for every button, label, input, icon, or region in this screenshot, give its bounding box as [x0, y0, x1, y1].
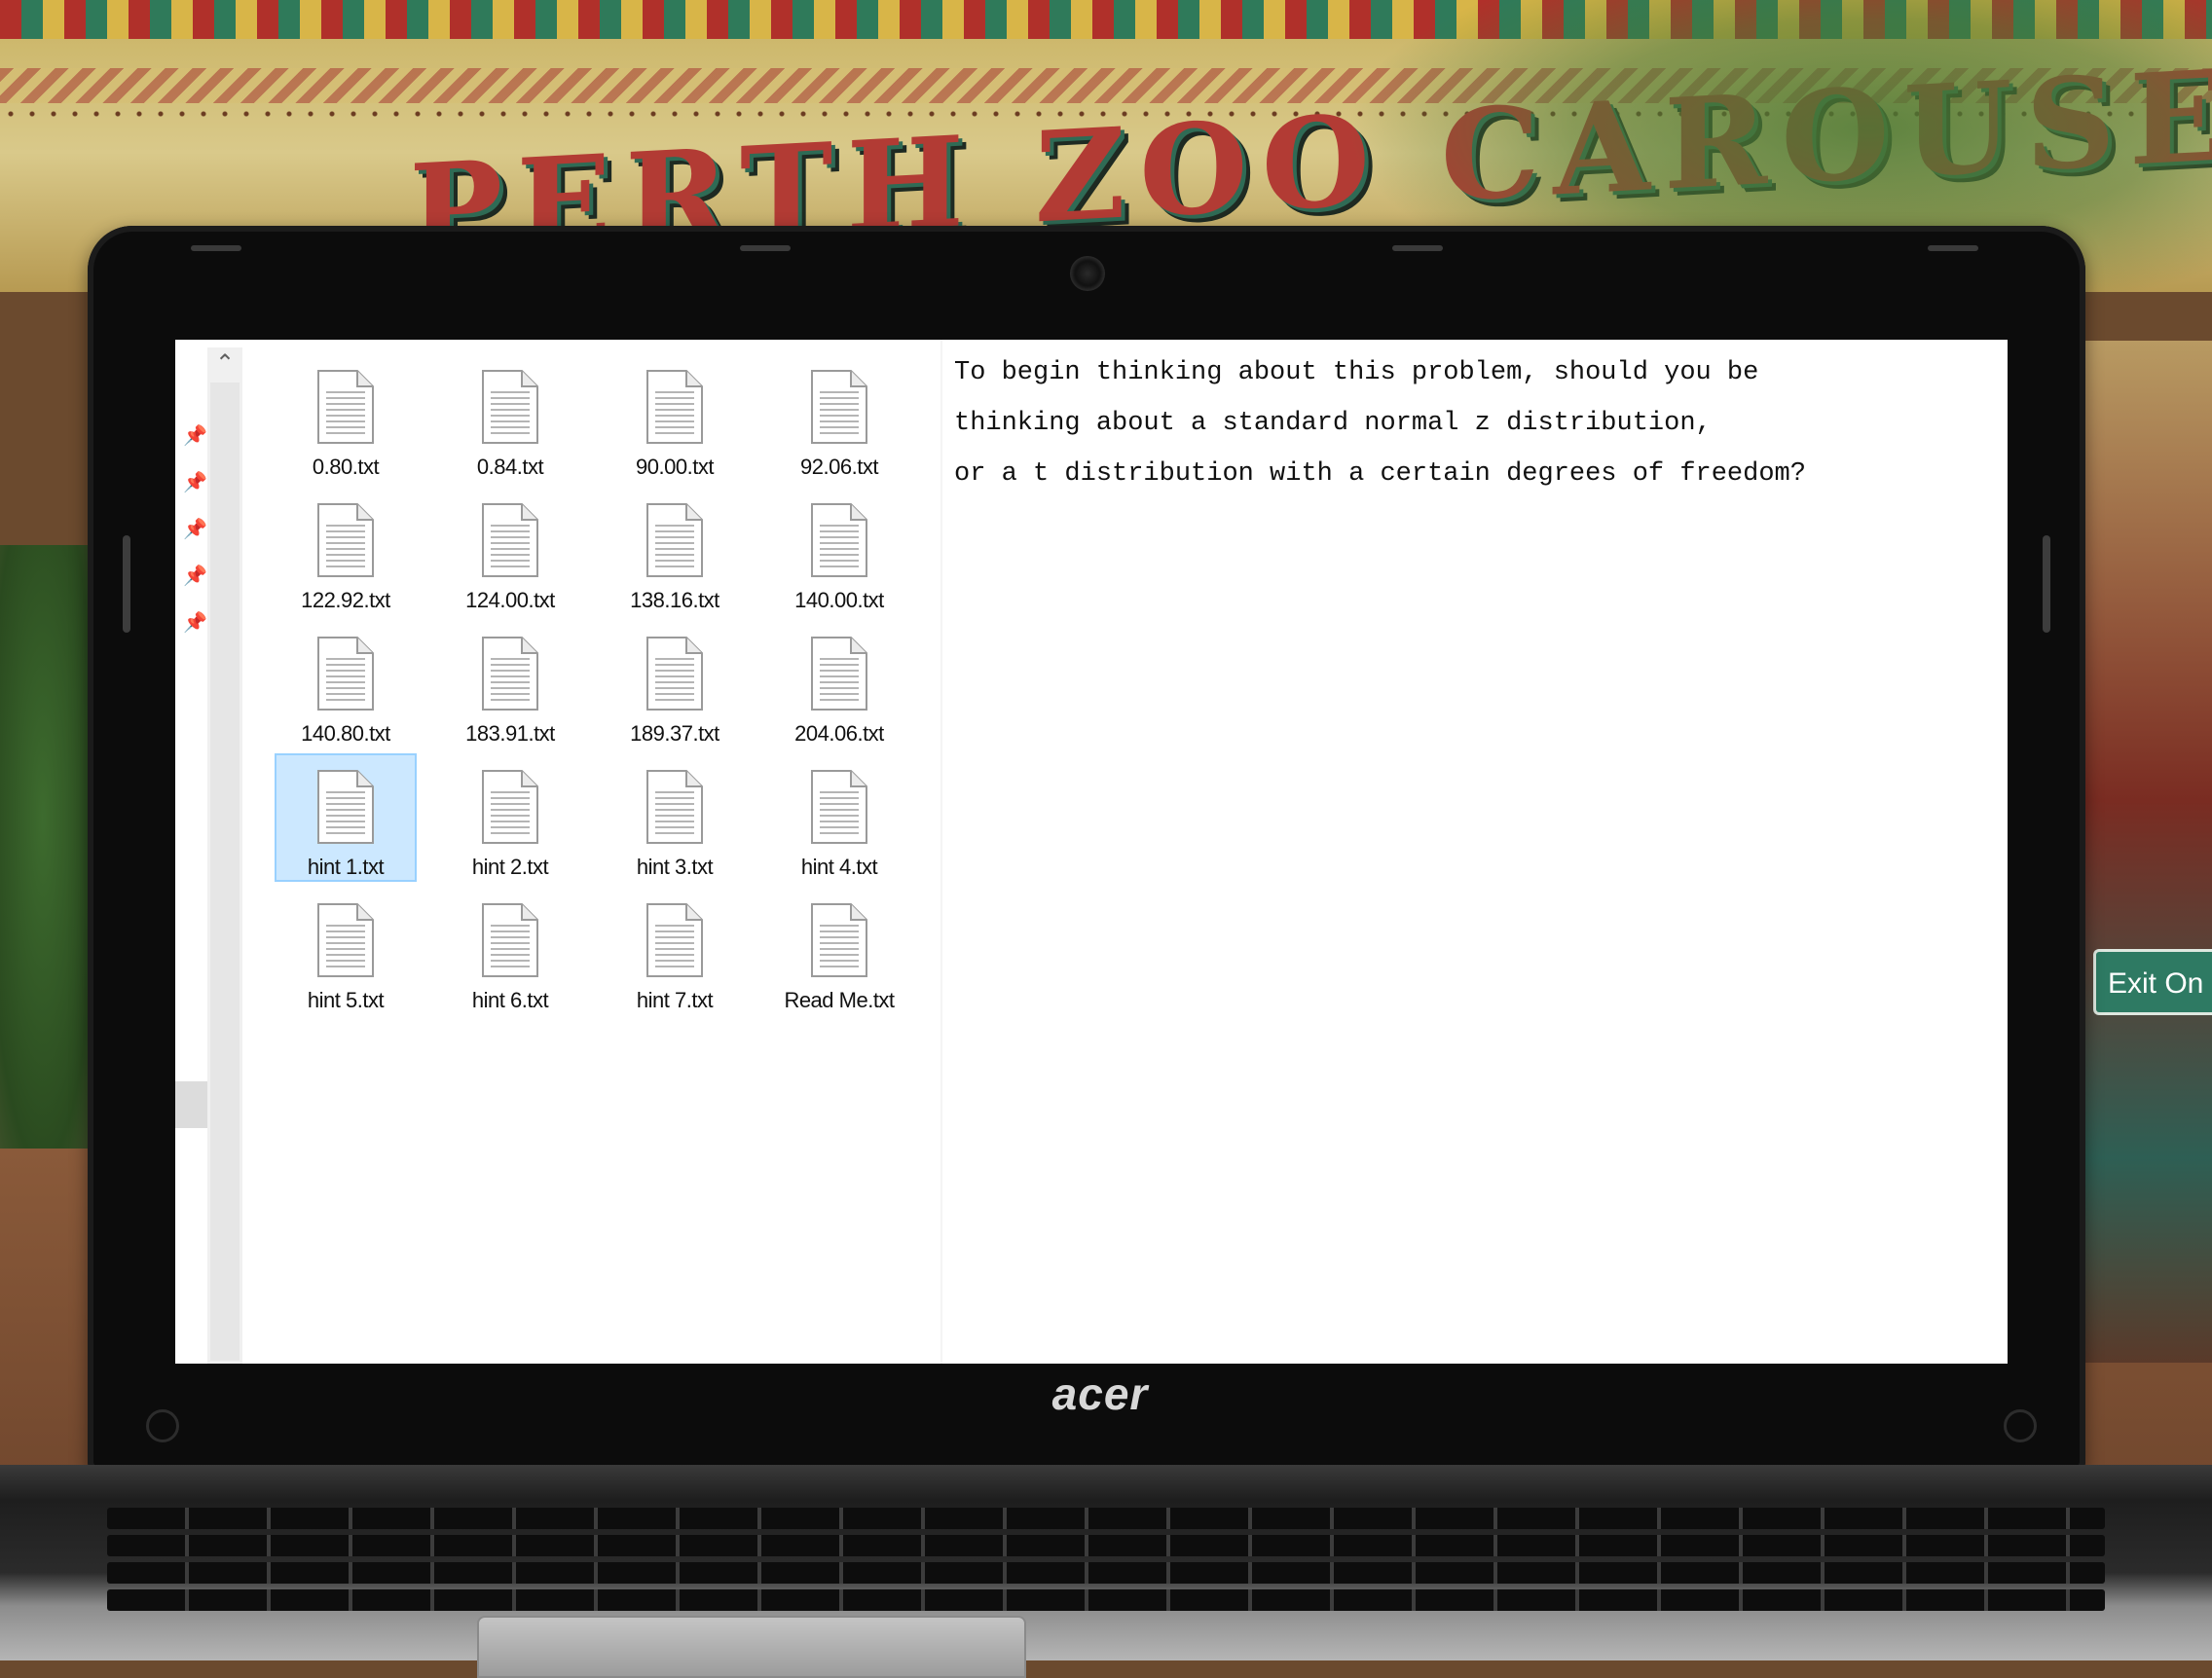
file-name: 0.84.txt — [476, 455, 544, 479]
keyboard-row — [107, 1589, 2105, 1611]
text-file-icon — [645, 769, 704, 845]
carousel-interior — [2074, 341, 2212, 1363]
preview-pane: To begin thinking about this problem, sh… — [954, 347, 1986, 499]
file-item[interactable]: 140.00.txt — [768, 487, 910, 615]
file-name: Read Me.txt — [784, 988, 895, 1012]
webcam-icon — [1070, 256, 1105, 291]
pin-icon[interactable]: 📌 — [183, 519, 207, 540]
file-item[interactable]: 183.91.txt — [439, 620, 581, 748]
file-item[interactable]: 189.37.txt — [604, 620, 746, 748]
file-name: hint 6.txt — [471, 988, 549, 1012]
file-item[interactable]: 0.84.txt — [439, 353, 581, 482]
file-item[interactable]: 138.16.txt — [604, 487, 746, 615]
pane-divider[interactable] — [940, 340, 942, 1364]
text-file-icon — [481, 769, 539, 845]
file-name: hint 3.txt — [636, 855, 714, 879]
text-file-icon — [481, 502, 539, 578]
laptop-brand-logo: acer — [1051, 1368, 1149, 1419]
text-file-icon — [316, 769, 375, 845]
file-item[interactable]: hint 2.txt — [439, 753, 581, 882]
text-file-icon — [645, 902, 704, 978]
text-file-icon — [316, 636, 375, 711]
nav-pane-scroll-thumb[interactable] — [175, 1081, 208, 1128]
text-file-icon — [316, 502, 375, 578]
file-name: 90.00.txt — [636, 455, 714, 479]
file-name: hint 5.txt — [307, 988, 385, 1012]
text-file-icon — [810, 502, 868, 578]
text-file-icon — [316, 369, 375, 445]
file-item[interactable]: 122.92.txt — [275, 487, 417, 615]
exit-sign: Exit On — [2093, 949, 2212, 1015]
text-file-icon — [810, 902, 868, 978]
bezel-screw — [2004, 1409, 2037, 1442]
bezel-bumper — [2043, 535, 2050, 633]
keyboard-row — [107, 1508, 2105, 1529]
text-file-icon — [645, 636, 704, 711]
preview-line: To begin thinking about this problem, sh… — [954, 358, 1759, 387]
file-item[interactable]: 0.80.txt — [275, 353, 417, 482]
file-item[interactable]: 140.80.txt — [275, 620, 417, 748]
file-name: 92.06.txt — [800, 455, 878, 479]
file-item[interactable]: hint 3.txt — [604, 753, 746, 882]
file-item[interactable]: hint 1.txt — [275, 753, 417, 882]
file-name: hint 1.txt — [307, 855, 385, 879]
file-item[interactable]: hint 5.txt — [275, 887, 417, 1015]
file-name: 124.00.txt — [465, 588, 555, 612]
preview-line: thinking about a standard normal z distr… — [954, 409, 1712, 438]
bezel-notch — [1928, 245, 1978, 251]
file-name: hint 7.txt — [636, 988, 714, 1012]
file-item[interactable]: hint 6.txt — [439, 887, 581, 1015]
scrollbar-track[interactable] — [210, 383, 240, 1361]
preview-line: or a t distribution with a certain degre… — [954, 459, 1806, 489]
text-file-icon — [481, 902, 539, 978]
file-name: 189.37.txt — [630, 721, 719, 746]
file-name: 0.80.txt — [312, 455, 380, 479]
file-item[interactable]: 204.06.txt — [768, 620, 910, 748]
file-name: 183.91.txt — [465, 721, 555, 746]
file-item[interactable]: Read Me.txt — [768, 887, 910, 1015]
laptop-keyboard-deck — [0, 1465, 2212, 1660]
file-item[interactable]: 92.06.txt — [768, 353, 910, 482]
bezel-notch — [740, 245, 791, 251]
file-name: 138.16.txt — [630, 588, 719, 612]
file-item[interactable]: hint 4.txt — [768, 753, 910, 882]
file-name: hint 4.txt — [800, 855, 878, 879]
text-file-icon — [810, 369, 868, 445]
text-file-icon — [481, 636, 539, 711]
text-file-icon — [645, 369, 704, 445]
file-item[interactable]: hint 7.txt — [604, 887, 746, 1015]
touchpad — [477, 1616, 1026, 1678]
file-item[interactable]: 90.00.txt — [604, 353, 746, 482]
nav-pane-scrollbar[interactable] — [207, 347, 242, 1364]
scroll-up-arrow-icon[interactable]: ⌃ — [207, 347, 242, 381]
text-file-icon — [645, 502, 704, 578]
pin-icon[interactable]: 📌 — [183, 565, 207, 587]
file-name: 204.06.txt — [794, 721, 884, 746]
file-name: hint 2.txt — [471, 855, 549, 879]
file-item[interactable]: 124.00.txt — [439, 487, 581, 615]
pin-icon[interactable]: 📌 — [183, 612, 207, 634]
keyboard-row — [107, 1535, 2105, 1556]
pin-icon[interactable]: 📌 — [183, 425, 207, 447]
text-file-icon — [316, 902, 375, 978]
text-file-icon — [810, 636, 868, 711]
text-file-icon — [810, 769, 868, 845]
bezel-screw — [146, 1409, 179, 1442]
pin-icon[interactable]: 📌 — [183, 472, 207, 493]
bezel-bumper — [123, 535, 130, 633]
bezel-notch — [1392, 245, 1443, 251]
file-name: 140.80.txt — [301, 721, 390, 746]
file-name: 122.92.txt — [301, 588, 390, 612]
bezel-notch — [191, 245, 241, 251]
text-file-icon — [481, 369, 539, 445]
laptop-screen: 📌 📌 📌 📌 📌 ⌃ 0.80.txt 0.84.txt 90.00.txt 92.… — [175, 340, 2008, 1364]
keyboard-row — [107, 1562, 2105, 1584]
file-name: 140.00.txt — [794, 588, 884, 612]
